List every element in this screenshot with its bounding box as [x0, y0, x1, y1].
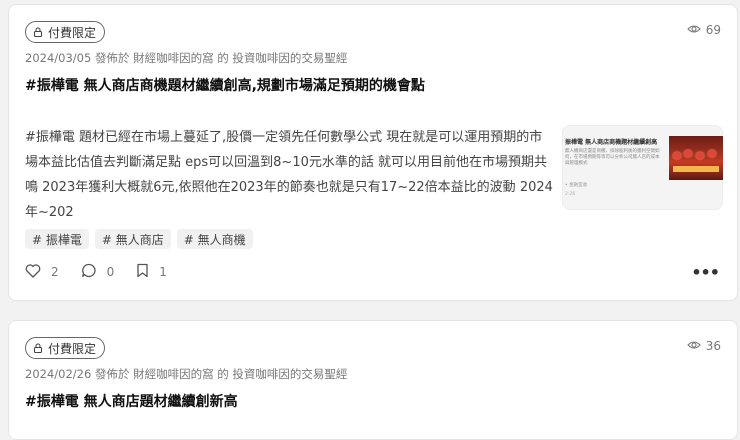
post-meta[interactable]: 2024/02/26 發佈於 財經咖啡因的窩 的 投資咖啡因的交易聖經: [25, 366, 347, 382]
eye-icon: [686, 339, 701, 353]
like-button[interactable]: 2: [25, 263, 59, 281]
comment-count: 0: [106, 265, 115, 279]
comment-button[interactable]: 0: [81, 263, 115, 281]
action-bar: 2 0 1: [25, 263, 189, 281]
article-card[interactable]: 付費限定 36 2024/02/26 發佈於 財經咖啡因的窩 的 投資咖啡因的交…: [8, 320, 738, 440]
thumbnail-image: [669, 136, 723, 180]
view-count-value: 36: [705, 339, 721, 353]
paid-badge: 付費限定: [25, 21, 106, 43]
paid-badge: 付費限定: [25, 337, 106, 359]
tag-list: # 振樺電 # 無人商店 # 無人商機: [25, 229, 253, 249]
post-meta[interactable]: 2024/03/05 發佈於 財經咖啡因的窩 的 投資咖啡因的交易聖經: [25, 50, 347, 66]
like-count: 2: [51, 265, 59, 279]
eye-icon: [686, 23, 701, 37]
thumbnail-excerpt: 無人機商店還是商機、扣除股利後的獲利空間如何，在市場預期等等可以分析公司無人店的…: [565, 149, 660, 166]
lock-icon: [32, 342, 44, 354]
post-title[interactable]: #振樺電 無人商店商機題材繼續創高,規劃市場滿足預期的機會點: [25, 75, 425, 95]
post-excerpt[interactable]: #振樺電 題材已經在市場上蔓延了,股價一定領先任何數學公式 現在就是可以運用預期…: [25, 125, 555, 225]
thumbnail-title: 振樺電 無人商店商機題材繼續創高: [565, 139, 658, 146]
bookmark-button[interactable]: 1: [136, 263, 167, 281]
view-count: 69: [686, 23, 721, 37]
comment-icon: [81, 263, 97, 281]
heart-icon: [25, 263, 41, 281]
tag-item[interactable]: # 無人商機: [176, 229, 253, 249]
bookmark-count: 1: [159, 265, 167, 279]
paid-badge-label: 付費限定: [48, 341, 97, 356]
post-title[interactable]: #振樺電 無人商店題材繼續創新高: [25, 391, 238, 411]
lock-icon: [32, 26, 44, 38]
more-icon[interactable]: •••: [691, 263, 720, 282]
tag-item[interactable]: # 無人商店: [94, 229, 171, 249]
article-card[interactable]: 付費限定 69 2024/03/05 發佈於 財經咖啡因的窩 的 投資咖啡因的交…: [8, 4, 738, 301]
thumbnail-author: • 金融室收: [565, 183, 588, 188]
thumbnail-date: 2-26: [565, 192, 576, 197]
bookmark-icon: [136, 263, 149, 281]
view-count: 36: [686, 339, 721, 353]
paid-badge-label: 付費限定: [48, 25, 97, 40]
view-count-value: 69: [705, 23, 721, 37]
tag-item[interactable]: # 振樺電: [25, 229, 89, 249]
post-thumbnail[interactable]: 振樺電 無人商店商機題材繼續創高 無人機商店還是商機、扣除股利後的獲利空間如何，…: [562, 125, 723, 210]
